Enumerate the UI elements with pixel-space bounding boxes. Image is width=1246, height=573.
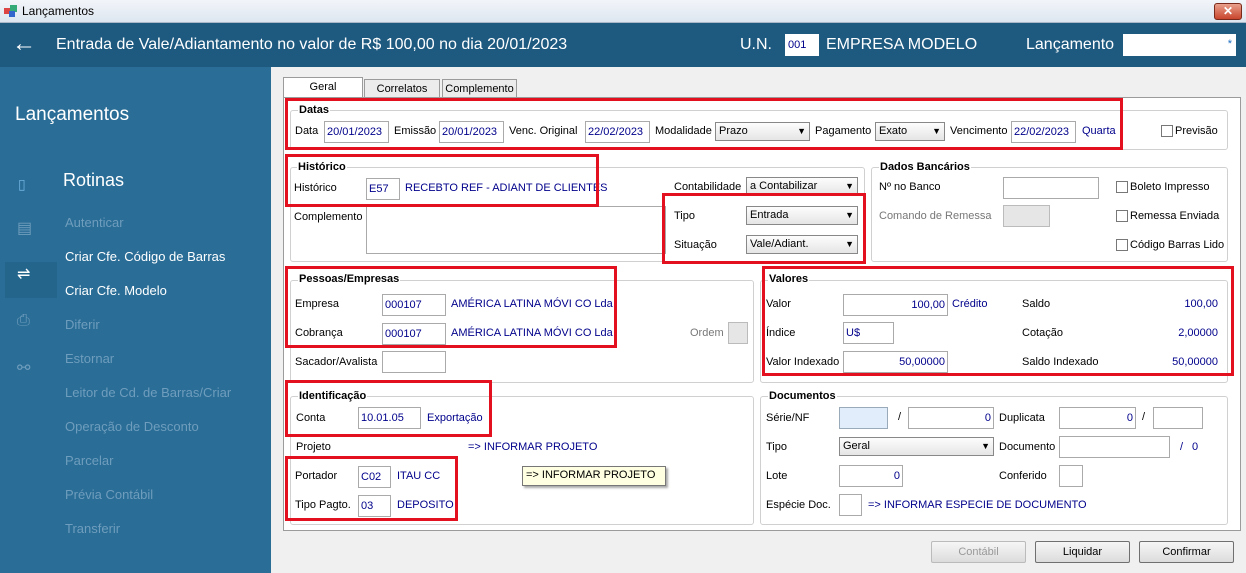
workflow-icon: ⚯ <box>17 360 31 377</box>
ordem-label: Ordem <box>690 327 724 339</box>
boleto-impresso-checkbox[interactable] <box>1116 181 1128 193</box>
especie-doc-hint: => INFORMAR ESPECIE DE DOCUMENTO <box>868 499 1087 511</box>
window-titlebar: Lançamentos ✕ <box>0 0 1246 23</box>
boleto-impresso-label: Boleto Impresso <box>1130 181 1210 193</box>
duplicata-field[interactable]: 0 <box>1059 407 1136 429</box>
especie-doc-field[interactable] <box>839 494 862 516</box>
doc-tipo-select[interactable]: Geral ▼ <box>839 437 994 456</box>
comando-remessa-field <box>1003 205 1050 227</box>
serie-nf-label: Série/NF <box>766 412 810 424</box>
sidebar-item-criar-modelo[interactable]: Criar Cfe. Modelo <box>65 283 167 298</box>
slash-separator: / <box>1142 411 1146 423</box>
codigo-barras-label: Código Barras Lido <box>1130 239 1225 251</box>
sidebar-item-transferir: Transferir <box>65 521 121 536</box>
doc-tipo-label: Tipo <box>766 441 787 453</box>
ordem-field <box>728 322 748 344</box>
documento-field[interactable] <box>1059 436 1170 458</box>
close-button[interactable]: ✕ <box>1214 3 1242 20</box>
un-label: U.N. <box>740 36 772 53</box>
highlight-historico <box>285 154 599 207</box>
highlight-tipo-situacao <box>662 193 866 264</box>
sidebar-item-previa: Prévia Contábil <box>65 487 154 502</box>
page-header: ← Entrada de Vale/Adiantamento no valor … <box>0 23 1246 67</box>
sidebar-section-rotinas[interactable]: Rotinas <box>63 170 124 191</box>
sidebar-item-parcelar: Parcelar <box>65 453 114 468</box>
previsao-label: Previsão <box>1175 125 1218 137</box>
lancamento-field[interactable]: * <box>1123 34 1236 56</box>
sacador-label: Sacador/Avalista <box>295 356 378 368</box>
previsao-checkbox[interactable] <box>1161 125 1173 137</box>
comando-remessa-label: Comando de Remessa <box>879 210 992 222</box>
sidebar-item-diferir: Diferir <box>65 317 100 332</box>
page-title: Entrada de Vale/Adiantamento no valor de… <box>56 36 568 53</box>
documento-number: 0 <box>1192 441 1199 453</box>
especie-doc-label: Espécie Doc. <box>766 499 831 511</box>
swap-arrows-icon: ⇌ <box>17 266 31 283</box>
conferido-label: Conferido <box>999 470 1047 482</box>
sidebar-title: Lançamentos <box>15 104 130 125</box>
sidebar-item-desconto: Operação de Desconto <box>65 419 199 434</box>
chevron-down-icon: ▼ <box>845 181 854 191</box>
remessa-enviada-label: Remessa Enviada <box>1130 210 1220 222</box>
highlight-datas <box>285 98 1123 150</box>
document-icon: ▤ <box>17 220 33 237</box>
conferido-field[interactable] <box>1059 465 1083 487</box>
sidebar-item-autenticar: Autenticar <box>65 215 124 230</box>
sidebar-item-leitor: Leitor de Cd. de Barras/Criar <box>65 385 232 400</box>
chevron-down-icon: ▼ <box>981 441 990 451</box>
projeto-hint: => INFORMAR PROJETO <box>468 441 598 453</box>
printer-icon: ⎙ <box>17 312 30 329</box>
documentos-title: Documentos <box>768 390 837 402</box>
tab-correlatos[interactable]: Correlatos <box>364 79 440 99</box>
sacador-field[interactable] <box>382 351 446 373</box>
duplicata2-field[interactable] <box>1153 407 1203 429</box>
company-name: EMPRESA MODELO <box>826 36 978 53</box>
info-icon: ▯ <box>18 176 26 192</box>
projeto-label: Projeto <box>296 441 331 453</box>
remessa-enviada-checkbox[interactable] <box>1116 210 1128 222</box>
nobanco-label: Nº no Banco <box>879 181 941 193</box>
un-code-field[interactable]: 001 <box>785 34 819 56</box>
window-title: Lançamentos <box>22 4 95 18</box>
slash-separator: / <box>1180 441 1184 453</box>
back-arrow-icon[interactable]: ← <box>12 31 36 57</box>
projeto-tooltip: => INFORMAR PROJETO <box>522 466 666 486</box>
lote-field[interactable]: 0 <box>839 465 903 487</box>
codigo-barras-checkbox[interactable] <box>1116 239 1128 251</box>
contabil-button: Contábil <box>931 541 1026 563</box>
nobanco-field[interactable] <box>1003 177 1099 199</box>
lancamento-label: Lançamento <box>1026 36 1115 53</box>
lote-label: Lote <box>766 470 788 482</box>
slash-separator: / <box>898 411 902 423</box>
highlight-identificacao <box>285 380 492 437</box>
complemento-textarea[interactable] <box>366 206 666 254</box>
highlight-valores <box>762 266 1234 376</box>
app-icon <box>4 5 17 17</box>
nf-field[interactable]: 0 <box>908 407 994 429</box>
tab-complemento[interactable]: Complemento <box>442 79 517 99</box>
complemento-label: Complemento <box>294 211 363 223</box>
liquidar-button[interactable]: Liquidar <box>1035 541 1130 563</box>
documento-label: Documento <box>999 441 1056 453</box>
serie-field[interactable] <box>839 407 888 429</box>
confirmar-button[interactable]: Confirmar <box>1139 541 1234 563</box>
duplicata-label: Duplicata <box>999 412 1045 424</box>
highlight-portador <box>285 456 458 521</box>
dados-bancarios-title: Dados Bancários <box>879 161 971 173</box>
contabilidade-label: Contabilidade <box>674 181 742 193</box>
sidebar: Lançamentos ▯ Rotinas ▤ ⇌ ⎙ ⚯ Autenticar… <box>0 67 271 573</box>
sidebar-item-criar-cod-barras[interactable]: Criar Cfe. Código de Barras <box>65 249 225 264</box>
tab-geral[interactable]: Geral <box>283 77 363 99</box>
sidebar-item-estornar: Estornar <box>65 351 115 366</box>
highlight-pessoas <box>285 266 617 348</box>
